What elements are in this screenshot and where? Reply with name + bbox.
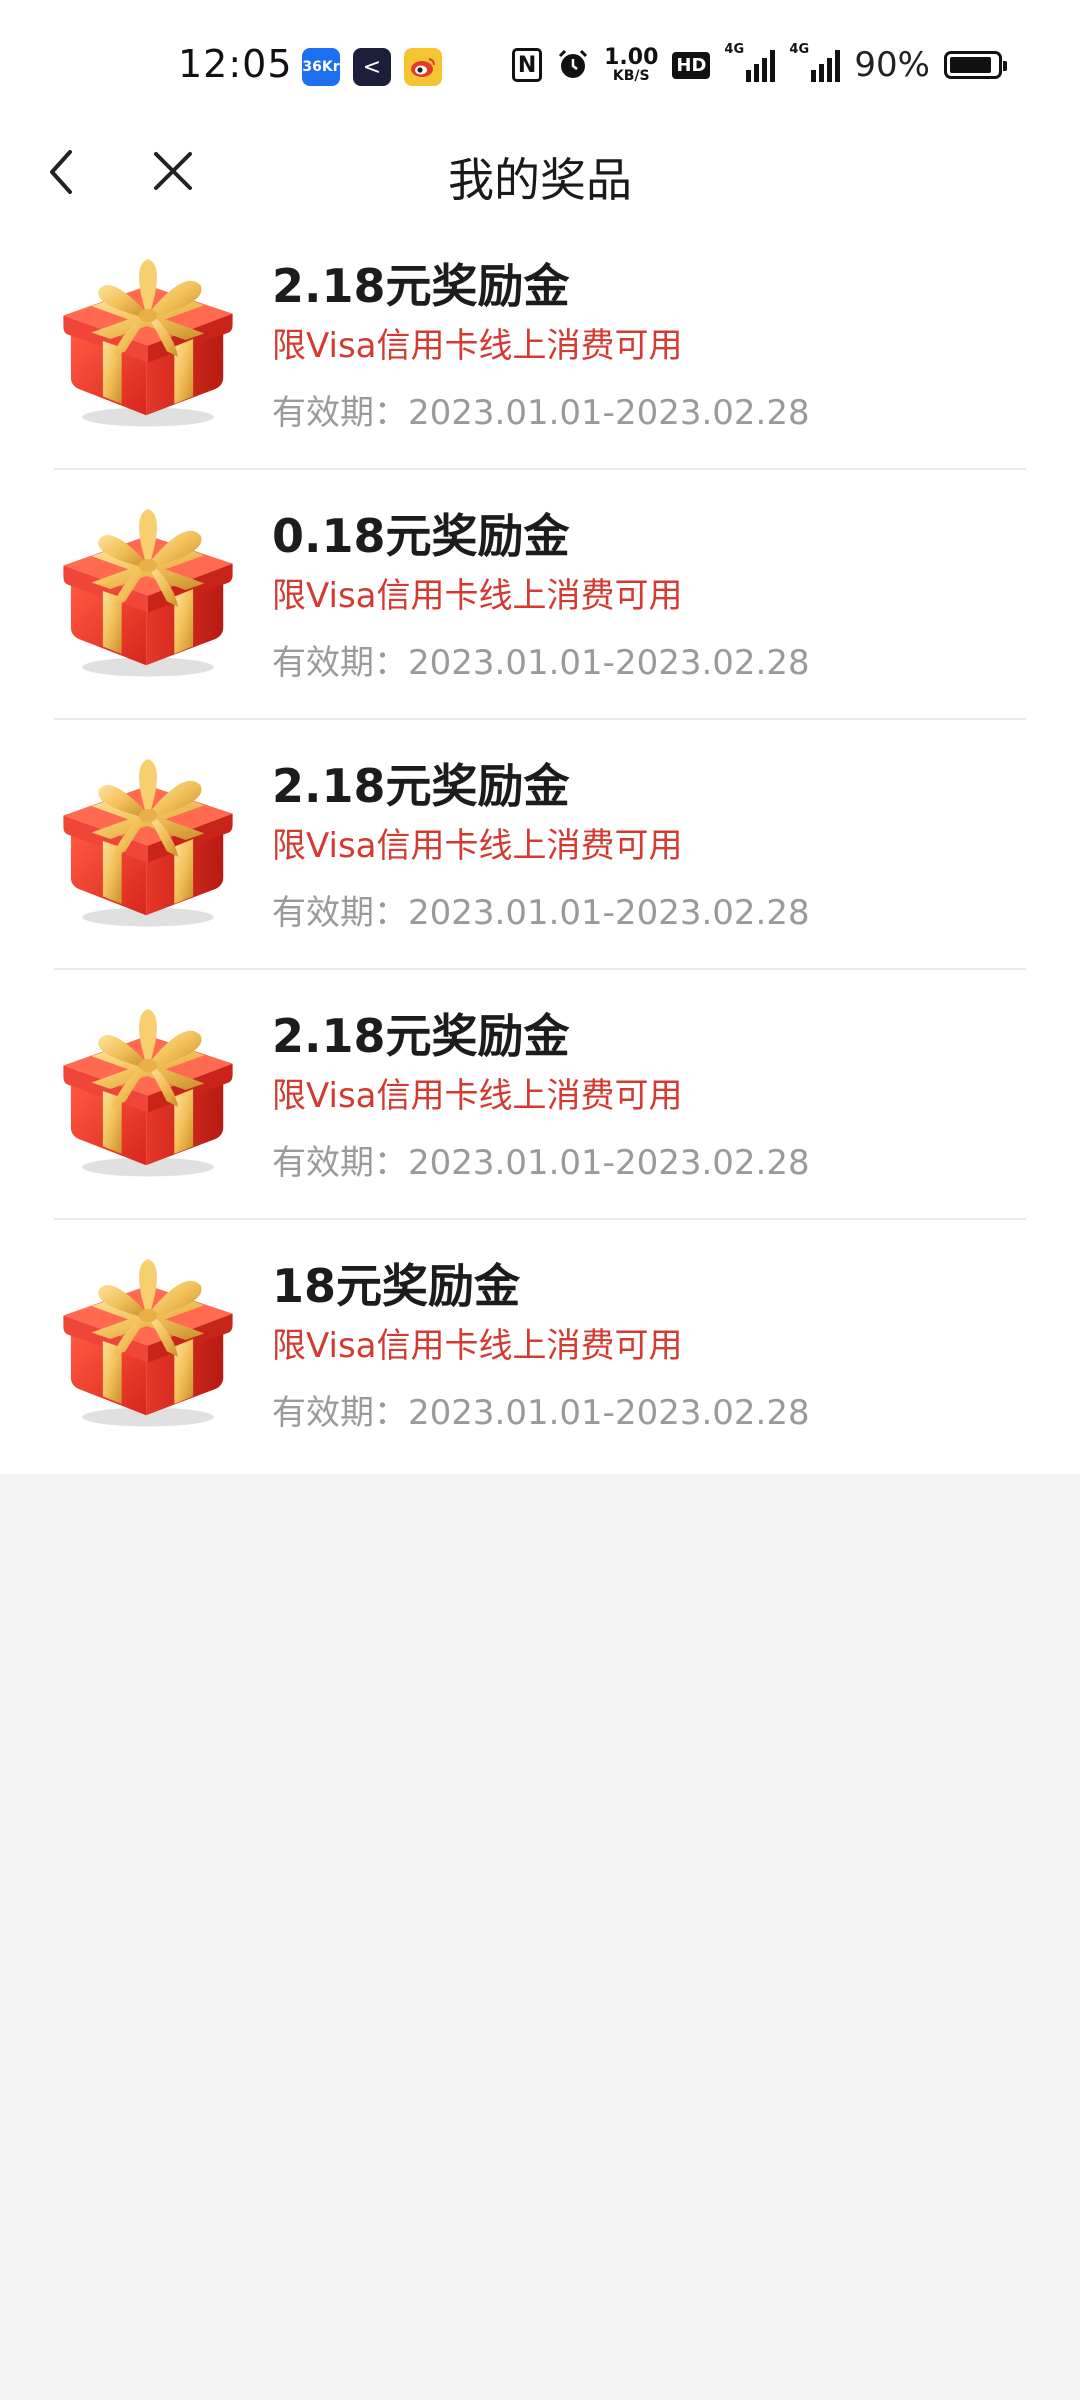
prize-title: 0.18元奖励金 (272, 509, 570, 563)
prize-title: 2.18元奖励金 (272, 259, 570, 313)
network-speed-value: 1.00 (604, 45, 659, 70)
nav-bar: 我的奖品 (0, 120, 1080, 220)
nfc-icon: N (512, 48, 543, 82)
prize-item[interactable]: 18元奖励金限Visa信用卡线上消费可用有效期：2023.01.01-2023.… (54, 1220, 1026, 1470)
prize-list: 2.18元奖励金 限Visa信用卡线上消费可用 有效期：2023.01.01-202… (0, 220, 1080, 1474)
prize-item[interactable]: 2.18元奖励金限Visa信用卡线上消费可用有效期：2023.01.01-202… (54, 720, 1026, 970)
weibo-eye-icon (411, 58, 435, 77)
prize-validity-period: 有效期：2023.01.01-2023.02.28 (272, 393, 810, 433)
prize-usage-limit: 限Visa信用卡线上消费可用 (272, 326, 683, 366)
weibo-app-icon (404, 48, 442, 86)
prize-usage-limit: 限Visa信用卡线上消费可用 (272, 576, 683, 616)
network-speed: 1.00 KB/S (604, 45, 659, 84)
gift-box-icon (63, 759, 233, 927)
status-indicators: N 1.00 KB/S HD 4G 4G 90% (512, 40, 1007, 90)
page-title: 我的奖品 (448, 153, 632, 207)
status-time: 12:05 (178, 42, 293, 86)
alarm-icon (559, 49, 588, 78)
36kr-app-label: 36Kr (302, 59, 340, 75)
dark-app-label: < (362, 54, 382, 80)
prize-usage-limit: 限Visa信用卡线上消费可用 (272, 1076, 683, 1116)
prize-validity-period: 有效期：2023.01.01-2023.02.28 (272, 643, 810, 683)
prize-title: 2.18元奖励金 (272, 759, 570, 813)
dark-app-icon: < (353, 48, 391, 86)
network-speed-unit: KB/S (612, 68, 650, 84)
signal-icon-2: 4G (789, 42, 841, 82)
prize-usage-limit: 限Visa信用卡线上消费可用 (272, 1326, 683, 1366)
36kr-app-icon: 36Kr (302, 48, 340, 86)
prize-item[interactable]: 0.18元奖励金限Visa信用卡线上消费可用有效期：2023.01.01-202… (54, 470, 1026, 720)
battery-icon (944, 51, 1007, 79)
top-area: 12:05 36Kr < N 1.00 KB/S HD 4G 4G 90% 我的… (0, 0, 1080, 220)
status-bar: 12:05 36Kr < N 1.00 KB/S HD 4G 4G 90% (0, 0, 1080, 120)
battery-percent: 90% (854, 45, 930, 85)
prize-usage-limit: 限Visa信用卡线上消费可用 (272, 826, 683, 866)
battery-fill (950, 57, 992, 73)
prize-item[interactable]: 2.18元奖励金限Visa信用卡线上消费可用有效期：2023.01.01-202… (54, 220, 1026, 470)
prize-title: 2.18元奖励金 (272, 1009, 570, 1063)
gift-box-icon (63, 1259, 233, 1427)
signal-label-1: 4G (724, 42, 745, 57)
prize-validity-period: 有效期：2023.01.01-2023.02.28 (272, 1393, 810, 1433)
hd-voice-icon: HD (672, 51, 711, 79)
gift-box-icon (63, 259, 233, 427)
signal-label-2: 4G (789, 42, 810, 57)
prize-title: 18元奖励金 (272, 1259, 521, 1313)
gift-box-icon (63, 509, 233, 677)
gift-box-icon (63, 1009, 233, 1177)
prize-validity-period: 有效期：2023.01.01-2023.02.28 (272, 893, 810, 933)
prize-validity-period: 有效期：2023.01.01-2023.02.28 (272, 1143, 810, 1183)
signal-icon-1: 4G (724, 42, 776, 82)
prize-item[interactable]: 2.18元奖励金限Visa信用卡线上消费可用有效期：2023.01.01-202… (54, 970, 1026, 1220)
